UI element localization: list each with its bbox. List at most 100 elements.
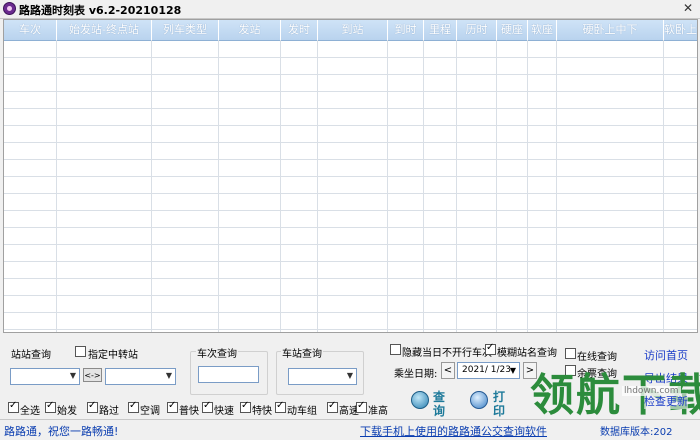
- station-lookup-combo[interactable]: ▼: [288, 368, 357, 385]
- fuzzy-name-label: 模糊站名查询: [497, 348, 557, 359]
- prev-date-button[interactable]: <: [441, 362, 455, 379]
- filter-checkbox[interactable]: [8, 400, 19, 413]
- database-version: 数据库版本:202: [600, 427, 673, 438]
- column-header[interactable]: 硬座: [497, 20, 528, 40]
- date-value: 2021/ 1/23: [462, 365, 512, 375]
- filter-label: 空调: [140, 406, 160, 417]
- filter-checkbox[interactable]: [87, 400, 98, 413]
- grid-column-line: [56, 40, 57, 332]
- grid-row-line: [4, 142, 697, 143]
- transfer-station-checkbox[interactable]: [75, 346, 86, 357]
- magnifier-icon: [411, 391, 429, 409]
- column-header[interactable]: 发时: [281, 20, 318, 40]
- to-station-combo[interactable]: ▼: [105, 368, 176, 385]
- filter-label: 全选: [20, 406, 40, 417]
- filter-label: 始发: [57, 406, 77, 417]
- fuzzy-name-checkbox[interactable]: [485, 342, 496, 355]
- grid-row-line: [4, 91, 697, 92]
- hide-not-running-label: 隐藏当日不开行车次: [402, 348, 492, 359]
- window-title: 路路通时刻表 v6.2-20210128: [19, 4, 182, 17]
- visit-home-link[interactable]: 访问首页: [644, 347, 688, 363]
- hide-not-running-checkbox[interactable]: [390, 344, 401, 355]
- printer-icon: [470, 391, 488, 409]
- grid-row-line: [4, 193, 697, 194]
- filter-checkbox[interactable]: [202, 400, 213, 413]
- column-header[interactable]: 到时: [388, 20, 424, 40]
- online-query-checkbox[interactable]: [565, 348, 576, 359]
- train-query-label: 车次查询: [196, 345, 238, 360]
- column-header[interactable]: 发站: [219, 20, 281, 40]
- grid-column-line: [151, 40, 152, 332]
- column-header[interactable]: 里程: [424, 20, 457, 40]
- from-station-combo[interactable]: ▼: [10, 368, 80, 385]
- grid-column-line: [387, 40, 388, 332]
- filter-label: 特快: [252, 406, 272, 417]
- column-header[interactable]: 软卧上下: [664, 20, 697, 40]
- filter-label: 快速: [214, 406, 234, 417]
- chevron-down-icon: ▼: [509, 366, 516, 375]
- column-header[interactable]: 车次: [4, 20, 57, 40]
- app-logo-icon: [3, 2, 16, 15]
- chevron-down-icon: ▼: [165, 371, 172, 380]
- grid-column-line: [496, 40, 497, 332]
- close-button[interactable]: ✕: [680, 1, 696, 16]
- date-picker[interactable]: 2021/ 1/23 ▼: [457, 362, 520, 379]
- grid-column-line: [218, 40, 219, 332]
- grid-column-line: [456, 40, 457, 332]
- grid-column-line: [556, 40, 557, 332]
- grid-row-line: [4, 329, 697, 330]
- chevron-down-icon: ▼: [69, 371, 76, 380]
- grid-row-line: [4, 125, 697, 126]
- grid-row-line: [4, 159, 697, 160]
- status-bar: 路路通，祝您一路畅通! 下载手机上使用的路路通公交查询软件 数据库版本:202: [0, 419, 700, 440]
- chevron-down-icon: ▼: [346, 371, 353, 380]
- grid-column-line: [423, 40, 424, 332]
- filter-label: 普快: [179, 406, 199, 417]
- filter-checkbox[interactable]: [327, 400, 338, 413]
- grid-row-line: [4, 227, 697, 228]
- column-header[interactable]: 列车类型: [152, 20, 219, 40]
- filter-checkbox[interactable]: [128, 400, 139, 413]
- station-lookup-label: 车站查询: [281, 345, 323, 360]
- column-header[interactable]: 历时: [457, 20, 497, 40]
- filter-checkbox[interactable]: [45, 400, 56, 413]
- grid-column-line: [317, 40, 318, 332]
- check-update-link[interactable]: 检查更新: [644, 393, 688, 409]
- filter-label: 路过: [99, 406, 119, 417]
- grid-row-line: [4, 278, 697, 279]
- download-app-link[interactable]: 下载手机上使用的路路通公交查询软件: [360, 423, 547, 439]
- grid-header: 车次始发站-终点站列车类型发站发时到站到时里程历时硬座软座硬卧上中下软卧上下: [4, 20, 697, 41]
- print-button-label: 打印: [493, 390, 506, 418]
- grid-column-line: [527, 40, 528, 332]
- transfer-station-label: 指定中转站: [88, 350, 138, 361]
- grid-column-line: [663, 40, 664, 332]
- grid-row-line: [4, 57, 697, 58]
- filter-checkbox[interactable]: [275, 400, 286, 413]
- grid-row-line: [4, 210, 697, 211]
- status-message: 路路通，祝您一路畅通!: [4, 425, 119, 438]
- grid-row-line: [4, 295, 697, 296]
- swap-stations-button[interactable]: <->: [83, 368, 102, 382]
- results-grid[interactable]: 车次始发站-终点站列车类型发站发时到站到时里程历时硬座软座硬卧上中下软卧上下: [3, 19, 698, 333]
- online-query-label: 在线查询: [577, 352, 617, 363]
- filter-checkbox[interactable]: [167, 400, 178, 413]
- station-query-label: 站站查询: [11, 350, 51, 361]
- grid-row-line: [4, 312, 697, 313]
- grid-row-line: [4, 244, 697, 245]
- column-header[interactable]: 始发站-终点站: [57, 20, 152, 40]
- grid-column-line: [280, 40, 281, 332]
- grid-row-line: [4, 261, 697, 262]
- date-label: 乘坐日期:: [394, 369, 438, 380]
- filter-checkbox[interactable]: [356, 400, 367, 413]
- query-button-label: 查询: [433, 390, 446, 418]
- column-header[interactable]: 到站: [318, 20, 388, 40]
- grid-row-line: [4, 74, 697, 75]
- column-header[interactable]: 硬卧上中下: [557, 20, 664, 40]
- grid-row-line: [4, 176, 697, 177]
- filter-label: 准高: [368, 406, 388, 417]
- filter-checkbox[interactable]: [240, 400, 251, 413]
- title-bar: 路路通时刻表 v6.2-20210128 ✕: [0, 0, 700, 19]
- grid-row-line: [4, 108, 697, 109]
- column-header[interactable]: 软座: [528, 20, 557, 40]
- train-number-input[interactable]: [198, 366, 259, 383]
